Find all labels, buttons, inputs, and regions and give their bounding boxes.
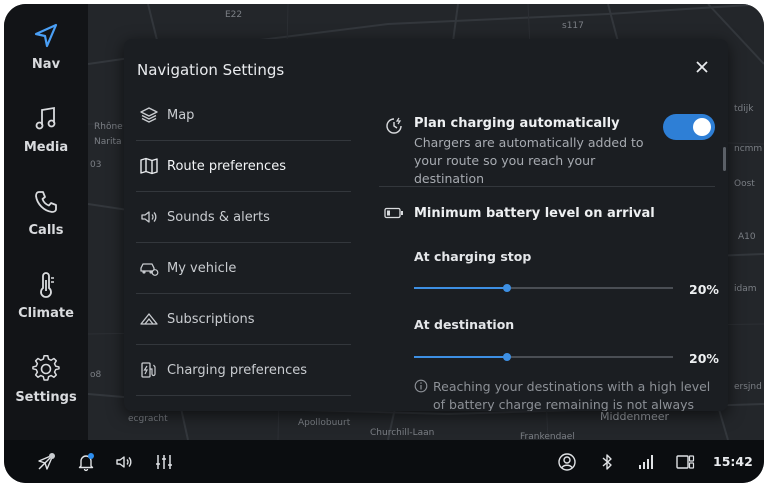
charging-stop-value: 20% xyxy=(689,282,719,297)
bluetooth-icon[interactable] xyxy=(597,452,617,472)
battery-title: Minimum battery level on arrival xyxy=(414,206,655,221)
destination-slider[interactable] xyxy=(414,351,673,363)
menu-label: Charging preferences xyxy=(167,362,307,378)
display-layout-icon[interactable] xyxy=(675,452,695,472)
navigation-arrow-icon xyxy=(34,23,58,47)
slider-fill xyxy=(414,356,508,358)
map-label: Narita xyxy=(94,137,122,147)
map-label: A10 xyxy=(738,232,756,242)
close-icon xyxy=(696,61,708,73)
menu-item-map[interactable]: Map xyxy=(136,90,351,141)
layers-icon xyxy=(140,107,158,123)
info-icon xyxy=(414,379,428,393)
charging-stop-label: At charging stop xyxy=(414,249,532,264)
gear-icon xyxy=(32,354,60,381)
navigation-settings-dialog: Navigation Settings Map Route preference… xyxy=(124,39,728,411)
route-preferences-panel: Plan charging automatically Chargers are… xyxy=(379,99,719,411)
destination-label: At destination xyxy=(414,317,515,332)
menu-item-charging-preferences[interactable]: Charging preferences xyxy=(136,345,351,396)
menu-label: Subscriptions xyxy=(167,311,255,327)
slider-fill xyxy=(414,287,508,289)
slider-thumb[interactable] xyxy=(503,284,512,292)
volume-icon[interactable] xyxy=(114,452,134,472)
slider-thumb[interactable] xyxy=(503,353,512,361)
notification-bell-icon[interactable] xyxy=(76,452,96,472)
rail-item-nav[interactable]: Nav xyxy=(4,11,88,81)
charging-station-icon xyxy=(141,362,156,378)
battery-icon xyxy=(384,207,403,219)
menu-item-route-preferences[interactable]: Route preferences xyxy=(136,141,351,192)
charging-stop-slider[interactable] xyxy=(414,282,673,294)
rail-item-calls[interactable]: Calls xyxy=(4,177,88,247)
menu-label: My vehicle xyxy=(167,260,237,276)
rail-item-settings[interactable]: Settings xyxy=(4,344,88,414)
car-icon xyxy=(140,263,159,276)
menu-item-sounds-alerts[interactable]: Sounds & alerts xyxy=(136,192,351,243)
phone-icon xyxy=(35,190,57,213)
system-bar: 15:42 xyxy=(4,440,764,483)
divider xyxy=(379,186,715,187)
map-label: tdijk xyxy=(734,104,754,114)
battery-note: Reaching your destinations with a high l… xyxy=(433,379,711,411)
rail-label-calls: Calls xyxy=(28,222,64,238)
equalizer-icon[interactable] xyxy=(154,452,174,472)
map-label: ncmm xyxy=(734,144,763,154)
map-label: ersjnd xyxy=(734,382,762,392)
user-profile-icon[interactable] xyxy=(557,452,577,472)
menu-label: Map xyxy=(167,107,195,123)
menu-item-my-vehicle[interactable]: My vehicle xyxy=(136,243,351,294)
infotainment-screen: Nav Media Calls Climate Settings E22 s11… xyxy=(4,4,764,483)
rail-label-settings: Settings xyxy=(15,389,77,405)
map-label: Apollobuurt xyxy=(298,418,351,428)
map-label: Middenmeer xyxy=(600,410,670,423)
rail-item-climate[interactable]: Climate xyxy=(4,260,88,330)
speaker-icon xyxy=(141,211,157,223)
thermometer-icon xyxy=(40,271,54,298)
app-rail: Nav Media Calls Climate Settings xyxy=(4,4,88,440)
map-label: E22 xyxy=(225,10,243,20)
subscription-icon xyxy=(140,313,158,325)
map-label: ecgracht xyxy=(128,414,168,424)
map-label: 03 xyxy=(90,160,102,170)
plan-charging-toggle[interactable] xyxy=(663,114,715,140)
settings-menu: Map Route preferences Sounds & alerts My… xyxy=(136,90,351,396)
menu-label: Sounds & alerts xyxy=(167,209,270,225)
rail-item-media[interactable]: Media xyxy=(4,94,88,164)
map-label: Churchill-Laan xyxy=(370,428,435,438)
map-label: Oost xyxy=(734,179,755,189)
rail-label-nav: Nav xyxy=(31,56,61,72)
plan-charging-description: Chargers are automatically added to your… xyxy=(414,135,644,186)
map-label: Rhône xyxy=(94,122,123,132)
signal-icon[interactable] xyxy=(636,452,656,472)
clock: 15:42 xyxy=(713,454,753,469)
menu-item-subscriptions[interactable]: Subscriptions xyxy=(136,294,351,345)
clock-charge-icon xyxy=(386,117,402,134)
menu-label: Route preferences xyxy=(167,158,286,174)
close-button[interactable] xyxy=(690,55,714,79)
plan-charging-title: Plan charging automatically xyxy=(414,116,620,131)
map-icon xyxy=(140,157,158,175)
scrollbar[interactable] xyxy=(723,147,726,171)
music-note-icon xyxy=(35,106,56,129)
dialog-title: Navigation Settings xyxy=(137,61,285,79)
destination-value: 20% xyxy=(689,351,719,366)
toggle-knob xyxy=(693,118,711,136)
rail-label-climate: Climate xyxy=(18,305,74,321)
map-label: idam xyxy=(734,284,757,294)
rail-label-media: Media xyxy=(23,139,69,155)
navigation-off-icon[interactable] xyxy=(36,452,56,472)
map-label: s117 xyxy=(562,21,584,31)
map-label: o8 xyxy=(90,370,102,380)
